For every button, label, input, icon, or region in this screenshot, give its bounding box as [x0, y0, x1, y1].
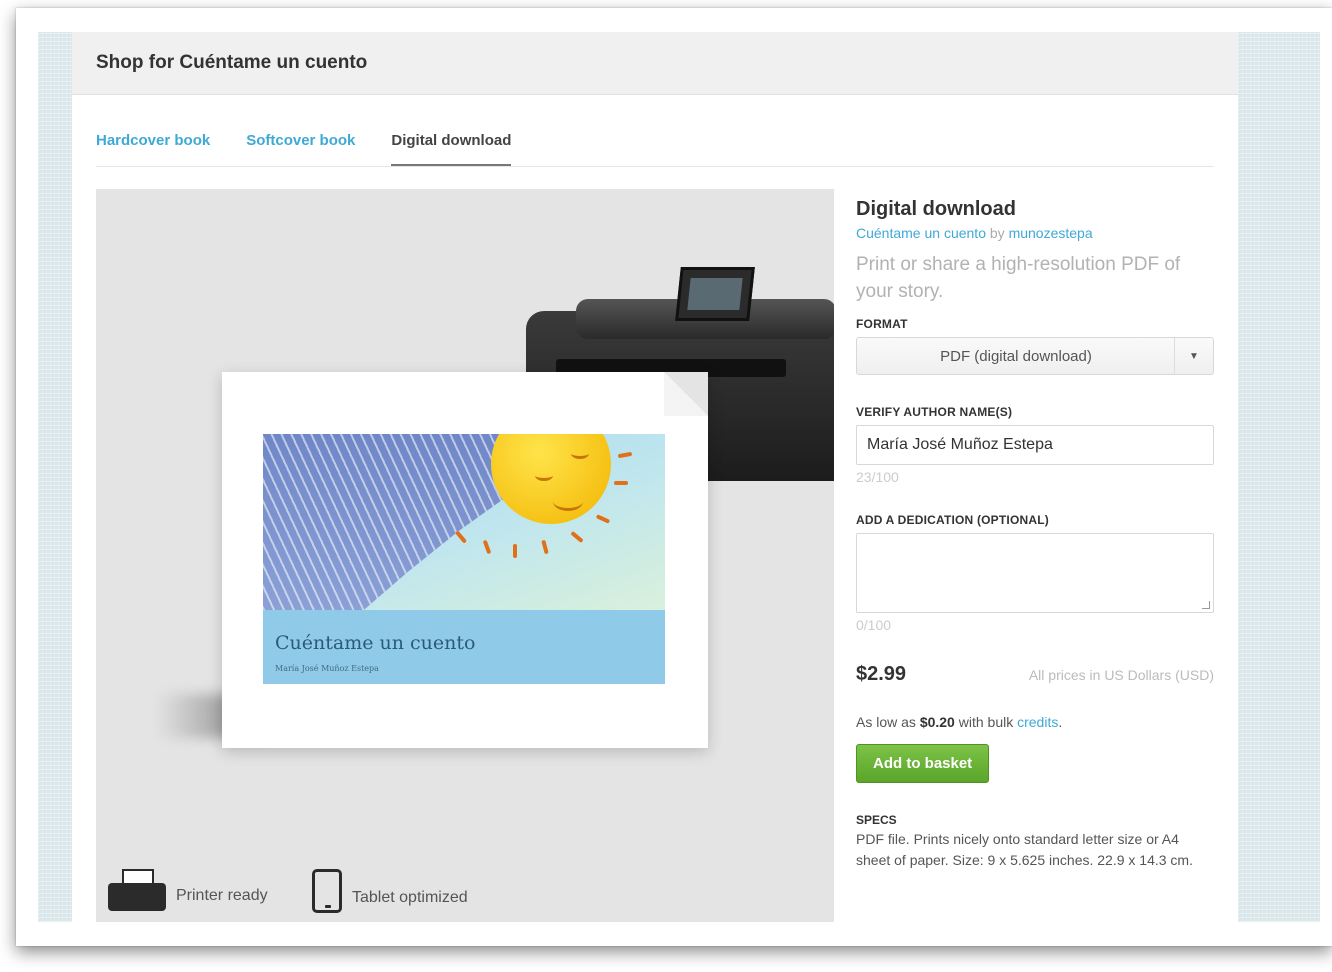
author-link[interactable]: munozestepa — [1009, 225, 1093, 241]
page-title: Shop for Cuéntame un cuento — [96, 52, 368, 73]
author-name-label: VERIFY AUTHOR NAME(S) — [856, 405, 1013, 419]
author-name-counter: 23/100 — [856, 469, 899, 485]
sun-mouth — [553, 492, 583, 511]
purchase-options: Digital download Cuéntame un cuento by m… — [856, 198, 1214, 871]
tab-digital-download[interactable]: Digital download — [391, 130, 512, 166]
specs-text: PDF file. Prints nicely onto standard le… — [856, 831, 1193, 868]
add-to-basket-button[interactable]: Add to basket — [856, 744, 990, 783]
bulk-middle: with bulk — [958, 714, 1014, 730]
story-link[interactable]: Cuéntame un cuento — [856, 225, 986, 241]
sun-illustration — [491, 434, 611, 524]
cover-title: Cuéntame un cuento — [275, 632, 476, 654]
sun-ray — [614, 481, 628, 485]
sun-ray — [454, 530, 468, 544]
product-heading: Digital download — [856, 198, 1016, 220]
author-name-input[interactable]: María José Muñoz Estepa — [856, 425, 1214, 465]
format-label: FORMAT — [856, 317, 908, 331]
printer-ready-label: Printer ready — [176, 887, 268, 904]
cover-title-box: Cuéntame un cuento María José Muñoz Este… — [263, 610, 665, 684]
sun-ray — [617, 451, 633, 459]
printer-icon — [108, 869, 166, 911]
bulk-suffix: . — [1058, 714, 1063, 730]
sun-eye — [571, 448, 589, 459]
shop-panel: Shop for Cuéntame un cuento Hardcover bo… — [72, 32, 1238, 922]
format-select[interactable]: PDF (digital download) ▼ — [856, 337, 1214, 375]
byline: Cuéntame un cuento by munozestepa — [856, 225, 1214, 241]
dedication-label: ADD A DEDICATION (OPTIONAL) — [856, 513, 1049, 527]
product-preview: Cuéntame un cuento María José Muñoz Este… — [96, 189, 834, 922]
bulk-price: $0.20 — [919, 714, 955, 730]
page-fold — [664, 372, 708, 416]
book-cover: Cuéntame un cuento María José Muñoz Este… — [263, 434, 665, 684]
sun-ray — [570, 530, 584, 544]
panel-header: Shop for Cuéntame un cuento — [72, 32, 1238, 95]
sun-ray — [595, 514, 611, 524]
printer-screen — [675, 267, 755, 321]
product-description: Print or share a high-resolution PDF of … — [856, 254, 1181, 302]
cover-author: María José Muñoz Estepa — [275, 664, 379, 673]
tab-bar: Hardcover book Softcover book Digital do… — [96, 130, 1214, 167]
chevron-down-icon[interactable]: ▼ — [1174, 338, 1213, 374]
currency-note: All prices in US Dollars (USD) — [1028, 667, 1214, 683]
price: $2.99 — [856, 663, 907, 685]
tablet-optimized-badge: Tablet optimized — [312, 869, 468, 913]
screenshot-frame: Shop for Cuéntame un cuento Hardcover bo… — [16, 8, 1332, 946]
printed-page: Cuéntame un cuento María José Muñoz Este… — [222, 372, 708, 748]
sun-ray — [513, 544, 517, 558]
price-row: $2.99 All prices in US Dollars (USD) — [856, 663, 1214, 686]
specs-label: SPECS — [856, 813, 897, 827]
tablet-optimized-label: Tablet optimized — [352, 889, 468, 906]
bulk-prefix: As low as — [856, 714, 916, 730]
credits-link[interactable]: credits — [1017, 714, 1058, 730]
dedication-textarea[interactable] — [856, 533, 1214, 613]
bulk-pricing: As low as $0.20 with bulk credits. — [856, 714, 1214, 730]
byline-by: by — [989, 225, 1005, 241]
dedication-counter: 0/100 — [856, 617, 892, 633]
tab-hardcover[interactable]: Hardcover book — [96, 130, 210, 164]
printer-ready-badge: Printer ready — [108, 869, 268, 911]
tablet-icon — [312, 869, 342, 913]
format-selected-value: PDF (digital download) — [940, 347, 1092, 365]
sun-eye — [535, 470, 553, 481]
sun-ray — [482, 539, 492, 555]
cover-illustration — [263, 434, 665, 610]
tab-softcover[interactable]: Softcover book — [246, 130, 355, 164]
sun-ray — [541, 539, 549, 555]
